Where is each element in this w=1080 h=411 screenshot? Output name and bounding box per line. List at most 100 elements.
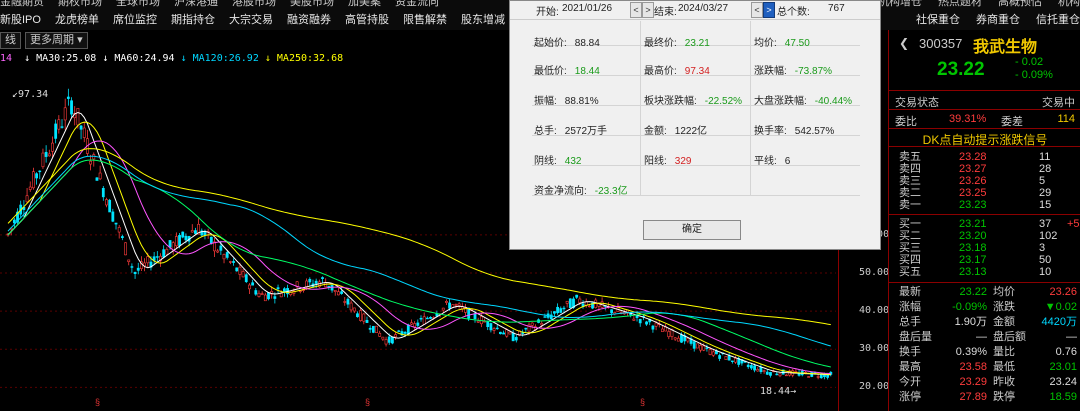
candle-body (562, 307, 566, 310)
chevron-left-icon[interactable]: ❮ (899, 36, 909, 50)
stat-value: — (1066, 331, 1077, 343)
candle-body (556, 306, 560, 314)
stat-value: 97.34 (684, 66, 710, 77)
candle-body (101, 188, 105, 198)
period-tabs: 线 更多周期 ▾ (0, 31, 88, 49)
y-tick-label: 30.00 (859, 343, 890, 355)
menu-item[interactable]: 限售解禁 (403, 11, 447, 27)
ask-row[interactable]: 卖三 23.26 5 (889, 175, 1080, 187)
level-volume: 11 (1039, 151, 1051, 163)
menu-item[interactable]: 席位监控 (113, 11, 157, 27)
menu-top-item[interactable]: 全球市场 (116, 0, 160, 9)
candle-body (263, 294, 267, 302)
candle-body (95, 177, 99, 181)
trade-state-label: 交易状态 (895, 97, 939, 109)
menu-right-top-item[interactable]: 高概预估 (998, 0, 1042, 8)
menu-item[interactable]: 新股IPO (0, 11, 41, 27)
ma-legend-item: ↓ MA60:24.94 (102, 53, 175, 64)
candle-body (232, 261, 235, 263)
ask-row[interactable]: 卖一 23.23 15 (889, 199, 1080, 211)
ask-row[interactable]: 卖二 23.25 29 (889, 187, 1080, 199)
ask-row[interactable]: 卖五 23.28 11 (889, 151, 1080, 163)
stat-label: 换手率: (754, 126, 787, 137)
candle-body (174, 236, 178, 247)
menu-item[interactable]: 融资融券 (287, 11, 331, 27)
menu-item[interactable]: 龙虎榜单 (55, 11, 99, 27)
menu-item[interactable]: 高管持股 (345, 11, 389, 27)
candle-body (568, 298, 572, 309)
stat-cell: 换手率: 542.57% (754, 122, 834, 137)
menu-top-item[interactable]: 港股市场 (232, 0, 276, 9)
menu-top-item[interactable]: 期权市场 (58, 0, 102, 9)
end-prev-button[interactable]: < (751, 2, 763, 18)
bid-row[interactable]: 买三 23.18 3 (889, 242, 1080, 254)
candle-body (346, 298, 350, 305)
bid-row[interactable]: 买一 23.21 37 +5 (889, 218, 1080, 230)
menu-item[interactable]: 大宗交易 (229, 11, 273, 27)
menu-top-item[interactable]: 金融期货 (0, 0, 44, 9)
candle-body (146, 256, 150, 264)
menu-right-top-item[interactable]: 机构增仓 (878, 0, 922, 8)
menu-top-item[interactable]: 美股市场 (290, 0, 334, 9)
level-volume: 28 (1039, 163, 1052, 175)
stat-value: 23.58 (959, 361, 987, 373)
grid-divider (750, 21, 751, 196)
menu-item[interactable]: 期指持仓 (171, 11, 215, 27)
menu-right-top-item[interactable]: 机构 (1058, 0, 1080, 8)
divider (889, 282, 1080, 283)
end-next-button[interactable]: > (763, 2, 775, 18)
tab-more-periods[interactable]: 更多周期 ▾ (25, 31, 88, 49)
candle-body (769, 372, 772, 376)
candle-body (257, 292, 261, 297)
candle-body (724, 356, 728, 360)
stat-label: 最终价: (644, 38, 677, 49)
ok-button[interactable]: 确定 (643, 220, 741, 240)
start-prev-button[interactable]: < (630, 2, 642, 18)
s-marker-icon: § (95, 397, 101, 407)
stat-value: 18.44 (574, 66, 600, 77)
bid-row[interactable]: 买五 23.13 10 (889, 266, 1080, 278)
menu-item[interactable]: 股东增减 (461, 11, 505, 27)
menu-right-item[interactable]: 券商重仓 (976, 14, 1020, 26)
candle-body (486, 320, 490, 328)
candle-body (429, 317, 432, 319)
menu-right-top-item[interactable]: 热点题材 (938, 0, 982, 8)
candle-body (273, 296, 277, 299)
bid-row[interactable]: 买二 23.20 102 (889, 230, 1080, 242)
menu-top-item[interactable]: 资金流向 (395, 0, 439, 9)
candle-body (375, 325, 378, 334)
start-next-button[interactable]: > (642, 2, 654, 18)
tab-period-left[interactable]: 线 (0, 31, 21, 49)
candle-body (540, 323, 544, 326)
candle-body (82, 127, 86, 138)
stat-label: 涨停 (899, 391, 921, 403)
stat-cell: 资金净流向: -23.3亿 (534, 182, 628, 197)
candle-body (368, 327, 372, 330)
candle-body (352, 307, 356, 312)
candle-body (553, 311, 556, 314)
ma-legend-item: ↓ MA30:25.08 (24, 53, 97, 64)
stat-value: — (976, 331, 987, 343)
candle-body (254, 290, 258, 295)
candle-body (235, 267, 239, 272)
menu-right-item[interactable]: 信托重仓 (1036, 14, 1080, 26)
candle-body (565, 300, 569, 304)
stat-label: 最新 (899, 286, 921, 298)
stat-row: 换手 0.39% 量比 0.76 (889, 346, 1080, 359)
bid-row[interactable]: 买四 23.17 50 (889, 254, 1080, 266)
stat-cell: 平线: 6 (754, 152, 790, 167)
candle-body (298, 290, 302, 292)
menu-top-item[interactable]: 加美案 (348, 0, 381, 9)
menu-right-item[interactable]: 社保重仓 (916, 14, 960, 26)
ask-row[interactable]: 卖四 23.27 28 (889, 163, 1080, 175)
stat-cell: 大盘涨跌幅: -40.44% (754, 92, 852, 107)
candle-body (362, 313, 366, 322)
menu-top-item[interactable]: 沪深港通 (174, 0, 218, 9)
candle-body (241, 271, 245, 278)
candle-body (391, 336, 394, 344)
divider (889, 109, 1080, 110)
candle-body (756, 369, 760, 372)
candle-body (165, 248, 169, 255)
stat-value: -40.44% (814, 96, 853, 107)
candle-body (661, 328, 664, 332)
